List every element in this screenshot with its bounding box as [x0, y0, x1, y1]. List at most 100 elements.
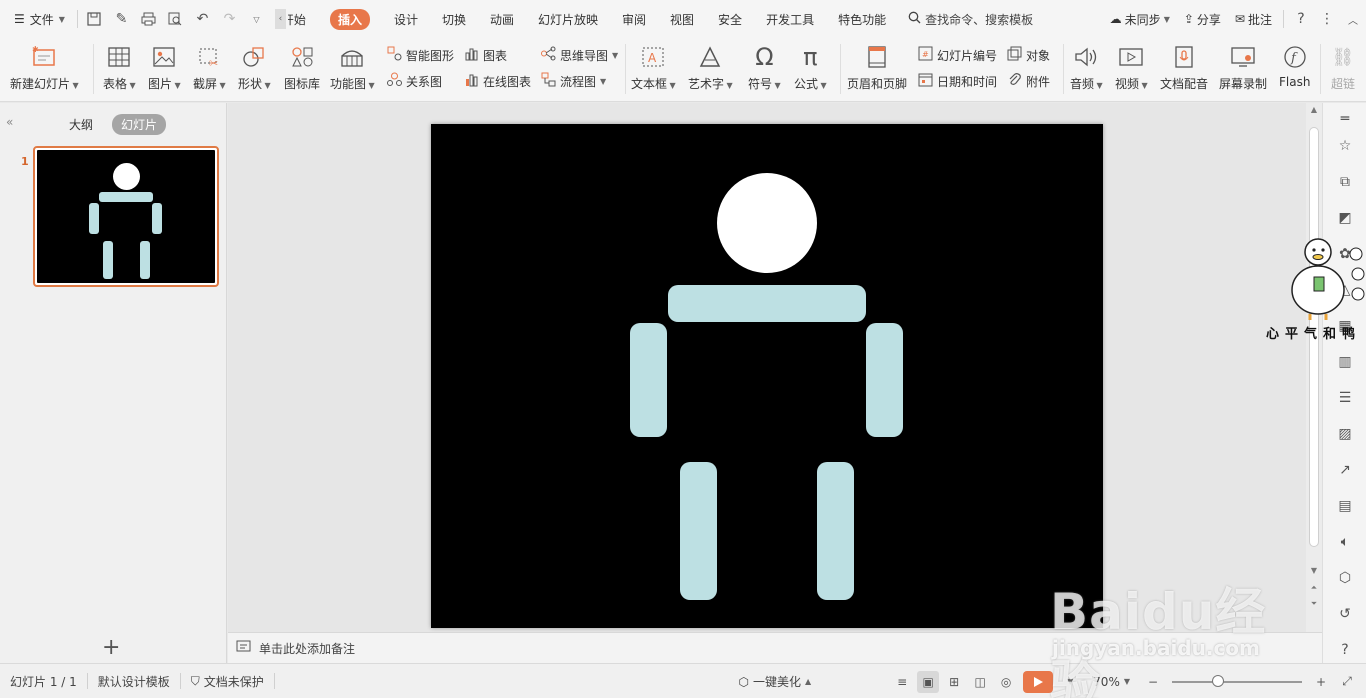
header-footer-button[interactable]: 页眉和页脚 [847, 42, 907, 92]
right-arm-rect-shape[interactable] [866, 323, 903, 437]
more-options-icon[interactable]: ⋮ [1314, 11, 1340, 27]
normal-view-icon[interactable]: ▣ [917, 670, 940, 693]
object-button[interactable]: 对象 [1007, 46, 1050, 64]
text-box-button[interactable]: A 文本框 ▼ [631, 42, 676, 92]
chart-icon[interactable]: ▥ [1335, 352, 1355, 372]
command-search[interactable]: 查找命令、搜索模板 [908, 11, 1033, 28]
shapes-button[interactable]: 形状 ▼ [238, 42, 271, 92]
collapse-panel-icon[interactable]: « [6, 115, 13, 129]
redo-icon[interactable]: ↷ [217, 6, 242, 32]
zoom-in-icon[interactable]: + [1310, 671, 1332, 693]
doc-dub-button[interactable]: 文档配音 [1160, 42, 1208, 92]
history-icon[interactable]: ↺ [1335, 604, 1355, 624]
pane-collapse-icon[interactable]: ═ [1335, 109, 1355, 129]
doc-protection-button[interactable]: ⛉ 文档未保护 [181, 673, 274, 690]
tab-developer[interactable]: 开发工具 [754, 0, 826, 38]
mind-map-button[interactable]: 思维导图 ▼ [541, 46, 618, 64]
video-button[interactable]: 视频 ▼ [1115, 42, 1148, 92]
copy-icon[interactable]: ⧉ [1335, 172, 1355, 192]
tab-features[interactable]: 特色功能 [826, 0, 898, 38]
comment-button[interactable]: ✉ 批注 [1228, 11, 1279, 28]
hyperlink-button[interactable]: ⛓ 超链 [1328, 42, 1358, 92]
formula-button[interactable]: π 公式 ▼ [794, 42, 827, 92]
customize-toolbar-icon[interactable]: ▽ [244, 6, 269, 32]
export-icon[interactable]: ↗ [1335, 460, 1355, 480]
shield-icon[interactable]: ⬡ [1335, 568, 1355, 588]
zoom-slider-knob[interactable] [1212, 674, 1224, 687]
screen-record-button[interactable]: 屏幕录制 [1219, 42, 1267, 92]
tab-animation[interactable]: 动画 [478, 0, 526, 38]
art-text-button[interactable]: 艺术字 ▼ [688, 42, 733, 92]
presenter-view-icon[interactable]: ◎ [995, 671, 1017, 693]
save-icon[interactable] [82, 6, 107, 32]
table-button[interactable]: 表格 ▼ [103, 42, 136, 92]
undo-icon[interactable]: ↶ [190, 6, 215, 32]
beautify-button[interactable]: ⬡ 一键美化 ▲ [729, 673, 822, 690]
zoom-level-button[interactable]: 70% ▼ [1083, 675, 1140, 689]
fit-window-icon[interactable]: ⤢ [1336, 671, 1358, 693]
vertical-scrollbar[interactable]: ▲ ▼ ⏶ ⏷ [1306, 103, 1322, 632]
settings-sliders-icon[interactable]: ☰ [1335, 388, 1355, 408]
prev-page-icon[interactable]: ⏶ [1306, 583, 1322, 593]
sync-button[interactable]: ☁ 未同步 ▼ [1103, 11, 1177, 28]
shoulder-rect-shape[interactable] [668, 285, 866, 322]
slide-number-button[interactable]: # 幻灯片编号 [918, 46, 997, 64]
icon-library-button[interactable]: 图标库 [284, 42, 320, 92]
notes-toggle-icon[interactable]: ≡ [891, 671, 913, 693]
print-preview-icon[interactable] [163, 6, 188, 32]
next-page-icon[interactable]: ⏷ [1306, 599, 1322, 609]
chart-button[interactable]: 图表 [464, 46, 507, 64]
play-options-icon[interactable]: ▼ [1059, 671, 1081, 693]
date-time-button[interactable]: 日期和时间 [918, 72, 997, 90]
play-slideshow-button[interactable] [1023, 670, 1054, 693]
tab-transition[interactable]: 切换 [430, 0, 478, 38]
symbol-button[interactable]: Ω 符号 ▼ [748, 42, 781, 92]
add-slide-icon[interactable]: + [102, 635, 120, 660]
function-chart-button[interactable]: 功能图 ▼ [330, 42, 375, 92]
tab-insert[interactable]: 插入 [318, 0, 382, 38]
flow-chart-button[interactable]: 流程图 ▼ [541, 72, 606, 90]
star-icon[interactable]: ☆ [1335, 136, 1355, 156]
archive-icon[interactable]: ▤ [1335, 496, 1355, 516]
volume-icon[interactable]: 🔈︎ [1335, 532, 1355, 552]
format-painter-icon[interactable]: ✎ [109, 6, 134, 32]
share-button[interactable]: ⇪ 分享 [1177, 11, 1228, 28]
picture-button[interactable]: 图片 ▼ [148, 42, 181, 92]
file-menu-button[interactable]: ☰ 文件 ▼ [0, 0, 73, 38]
attachment-button[interactable]: 附件 [1007, 72, 1050, 90]
scroll-up-icon[interactable]: ▲ [1306, 105, 1322, 114]
image-icon[interactable]: ▨ [1335, 424, 1355, 444]
tab-review[interactable]: 审阅 [610, 0, 658, 38]
left-leg-rect-shape[interactable] [680, 462, 717, 600]
slide-sorter-icon[interactable]: ⊞ [943, 671, 965, 693]
tab-slideshow[interactable]: 幻灯片放映 [526, 0, 610, 38]
zoom-out-icon[interactable]: − [1142, 671, 1164, 693]
audio-button[interactable]: 音频 ▼ [1070, 42, 1103, 92]
slide-thumbnail[interactable] [33, 146, 219, 287]
tab-scroll-left-icon[interactable]: ‹ [274, 9, 286, 29]
reading-view-icon[interactable]: ◫ [969, 671, 991, 693]
screenshot-button[interactable]: ✂ 截屏 ▼ [193, 42, 226, 92]
left-arm-rect-shape[interactable] [630, 323, 667, 437]
tab-security[interactable]: 安全 [706, 0, 754, 38]
new-slide-button[interactable]: ✱ 新建幻灯片 ▼ [10, 42, 79, 92]
tab-slides[interactable]: 幻灯片 [112, 114, 167, 135]
relation-chart-button[interactable]: 关系图 [387, 72, 442, 90]
design-template-button[interactable]: 默认设计模板 [88, 673, 180, 690]
right-leg-rect-shape[interactable] [817, 462, 854, 600]
collapse-ribbon-icon[interactable]: ︿ [1340, 12, 1366, 27]
tab-design[interactable]: 设计 [382, 0, 430, 38]
smart-art-button[interactable]: 智能图形 [387, 46, 454, 64]
slide-canvas[interactable] [431, 124, 1103, 628]
zoom-slider[interactable] [1172, 674, 1302, 687]
tab-home[interactable]: 开始 [286, 0, 318, 38]
online-chart-button[interactable]: 在线图表 [464, 72, 531, 90]
head-circle-shape[interactable] [717, 173, 817, 273]
help-pane-icon[interactable]: ? [1335, 640, 1355, 660]
tab-view[interactable]: 视图 [658, 0, 706, 38]
shape-style-icon[interactable]: ◩ [1335, 208, 1355, 228]
print-icon[interactable] [136, 6, 161, 32]
flash-button[interactable]: f Flash [1279, 42, 1310, 89]
help-icon[interactable]: ? [1288, 11, 1314, 27]
tab-outline[interactable]: 大纲 [60, 114, 102, 135]
